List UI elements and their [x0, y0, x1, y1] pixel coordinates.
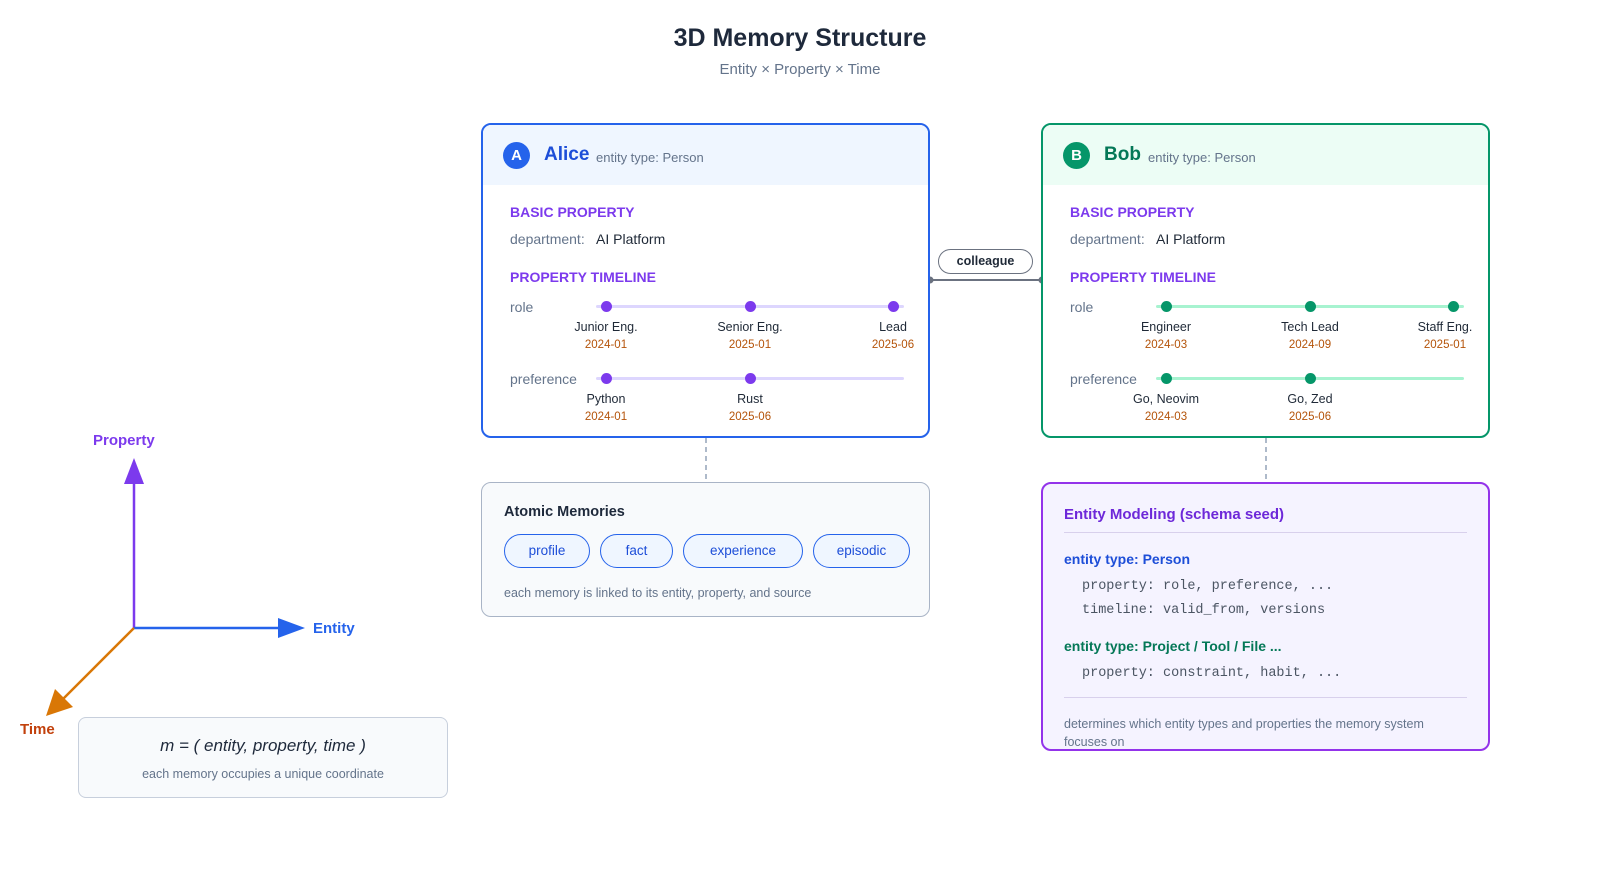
- atomic-memories-title: Atomic Memories: [504, 504, 625, 520]
- bob-avatar: B: [1063, 142, 1090, 169]
- alice-role-name: Senior Eng.: [717, 320, 783, 334]
- alice-role-point: [887, 300, 899, 312]
- bob-preference-label: preference: [1070, 371, 1137, 387]
- alice-avatar: A: [503, 142, 530, 169]
- alice-role-name: Junior Eng.: [574, 320, 638, 334]
- alice-role-point: [600, 300, 612, 312]
- bob-preference-name: Go, Neovim: [1133, 392, 1199, 406]
- bob-basic-heading: BASIC PROPERTY: [1070, 204, 1195, 220]
- memory-chip-profile: profile: [504, 534, 590, 568]
- property-axis-arrow: [124, 458, 144, 484]
- bob-timeline-heading: PROPERTY TIMELINE: [1070, 269, 1216, 285]
- formula-equation: m = ( entity, property, time ): [160, 736, 366, 755]
- bob-preference-date: 2025-06: [1288, 411, 1332, 423]
- alice-role-name: Lead: [879, 320, 907, 334]
- schema-type-person: entity type: Person: [1064, 551, 1191, 567]
- entity-axis-arrow: [278, 618, 305, 638]
- schema-person-properties: property: role, preference, ...: [1082, 579, 1334, 594]
- schema-divider: [1064, 697, 1467, 698]
- bob-card-header: B Bob entity type: Person: [1043, 125, 1488, 185]
- alice-preference-date: 2025-06: [728, 411, 772, 423]
- bob-role-date: 2024-03: [1144, 339, 1188, 351]
- entity-card-alice: A Alice entity type: Person BASIC PROPER…: [481, 123, 930, 438]
- bob-preference-point: [1304, 372, 1316, 384]
- entity-modeling-panel: Entity Modeling (schema seed) entity typ…: [1041, 482, 1490, 751]
- schema-project-properties: property: constraint, habit, ...: [1082, 666, 1342, 681]
- relation-label-colleague: colleague: [938, 249, 1033, 274]
- alice-role-label: role: [510, 299, 534, 315]
- bob-role-date: 2025-01: [1423, 339, 1467, 351]
- alice-department-value: AI Platform: [596, 231, 666, 247]
- entity-modeling-title: Entity Modeling (schema seed): [1064, 506, 1285, 523]
- entity-card-bob: B Bob entity type: Person BASIC PROPERTY…: [1041, 123, 1490, 438]
- alice-role-date: 2024-01: [584, 339, 628, 351]
- bob-role-name: Tech Lead: [1281, 320, 1339, 334]
- bob-role-date: 2024-09: [1288, 339, 1332, 351]
- bob-role-name: Staff Eng.: [1417, 320, 1473, 334]
- alice-preference-point: [744, 372, 756, 384]
- alice-entity-type: entity type: Person: [596, 150, 704, 165]
- memory-chip-experience: experience: [683, 534, 803, 568]
- alice-preference-label: preference: [510, 371, 577, 387]
- property-axis-label: Property: [93, 432, 155, 449]
- time-axis: [61, 627, 135, 701]
- bob-preference-date: 2024-03: [1144, 411, 1188, 423]
- bob-department-label: department:: [1070, 231, 1145, 247]
- bob-entity-type: entity type: Person: [1148, 150, 1256, 165]
- alice-department-label: department:: [510, 231, 585, 247]
- schema-divider: [1064, 532, 1467, 533]
- alice-card-header: A Alice entity type: Person: [483, 125, 928, 185]
- bob-role-point: [1304, 300, 1316, 312]
- atomic-memories-note: each memory is linked to its entity, pro…: [504, 586, 812, 600]
- alice-basic-heading: BASIC PROPERTY: [510, 204, 635, 220]
- bob-preference-point: [1160, 372, 1172, 384]
- schema-type-project: entity type: Project / Tool / File ...: [1064, 638, 1282, 654]
- entity-axis-label: Entity: [313, 620, 355, 637]
- alice-timeline-heading: PROPERTY TIMELINE: [510, 269, 656, 285]
- schema-person-timeline: timeline: valid_from, versions: [1082, 603, 1326, 618]
- formula-note: each memory occupies a unique coordinate: [142, 767, 384, 781]
- atomic-memories-panel: Atomic Memories profile fact experience …: [481, 482, 930, 617]
- bob-name: Bob: [1104, 144, 1141, 165]
- bob-department-value: AI Platform: [1156, 231, 1226, 247]
- bob-preference-name: Go, Zed: [1287, 392, 1333, 406]
- bob-role-label: role: [1070, 299, 1094, 315]
- alice-preference-name: Python: [586, 392, 626, 406]
- alice-role-date: 2025-06: [871, 339, 915, 351]
- alice-preference-name: Rust: [737, 392, 763, 406]
- alice-preference-point: [600, 372, 612, 384]
- memory-chip-fact: fact: [600, 534, 673, 568]
- alice-name: Alice: [544, 144, 590, 165]
- memory-chip-episodic: episodic: [813, 534, 910, 568]
- alice-preference-date: 2024-01: [584, 411, 628, 423]
- bob-role-point: [1160, 300, 1172, 312]
- alice-role-point: [744, 300, 756, 312]
- formula-box: m = ( entity, property, time ) each memo…: [78, 717, 448, 798]
- schema-note: determines which entity types and proper…: [1064, 717, 1424, 749]
- time-axis-label: Time: [20, 721, 55, 738]
- bob-role-name: Engineer: [1140, 320, 1192, 334]
- bob-role-point: [1447, 300, 1459, 312]
- alice-role-date: 2025-01: [728, 339, 772, 351]
